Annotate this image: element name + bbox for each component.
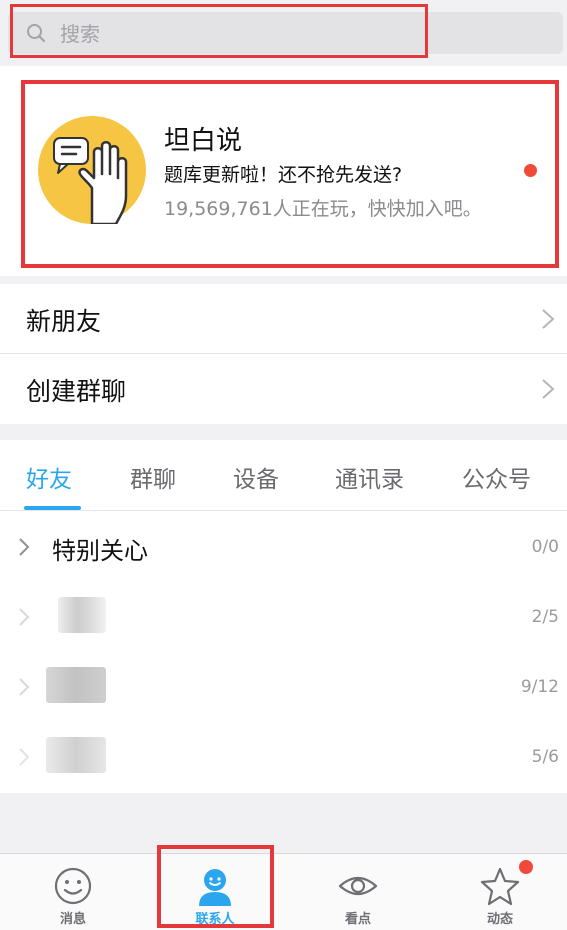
eye-icon [338, 876, 378, 896]
chevron-right-icon [19, 678, 30, 696]
new-friends-row[interactable]: 新朋友 [0, 284, 567, 354]
tab-address-book[interactable]: 通讯录 [335, 460, 404, 494]
friend-group-list: 特别关心 0/0 2/5 9/12 5/6 [0, 511, 567, 793]
friend-group-row[interactable]: 5/6 [0, 721, 567, 791]
blurred-group-name [46, 667, 106, 703]
friend-group-name: 特别关心 [52, 537, 148, 565]
friend-group-count: 2/5 [531, 607, 559, 627]
notification-badge [517, 858, 535, 876]
tab-messages-label: 消息 [59, 912, 86, 927]
search-area [0, 0, 567, 66]
star-icon [480, 867, 520, 906]
contacts-highlight-outline [157, 845, 274, 928]
friend-group-count: 0/0 [531, 537, 559, 557]
tab-discover-label: 看点 [344, 912, 371, 927]
tab-moments[interactable]: 动态 [445, 854, 555, 930]
tab-moments-label: 动态 [486, 912, 513, 927]
contact-tabs: 好友 群聊 设备 通讯录 公众号 [0, 440, 567, 510]
chevron-right-icon [542, 309, 555, 329]
tab-messages[interactable]: 消息 [18, 854, 128, 930]
create-group-row[interactable]: 创建群聊 [0, 354, 567, 424]
promo-highlight-outline [21, 80, 559, 268]
chevron-right-icon [19, 748, 30, 766]
blurred-group-name [46, 737, 106, 773]
search-icon [27, 24, 46, 43]
create-group-label: 创建群聊 [26, 377, 127, 406]
tab-discover[interactable]: 看点 [303, 854, 413, 930]
blurred-group-name [58, 597, 106, 633]
search-input[interactable] [58, 19, 422, 49]
tab-groups[interactable]: 群聊 [130, 460, 176, 494]
friend-group-row[interactable]: 特别关心 0/0 [0, 511, 567, 581]
friend-group-row[interactable]: 9/12 [0, 651, 567, 721]
friend-group-count: 5/6 [531, 747, 559, 767]
smiley-face-icon [54, 867, 92, 905]
friend-group-count: 9/12 [520, 677, 559, 697]
chevron-right-icon [19, 608, 30, 626]
chevron-right-icon [542, 379, 555, 399]
friend-group-row[interactable]: 2/5 [0, 581, 567, 651]
bottom-tab-bar: 消息 联系人 看点 动态 [0, 853, 567, 930]
tab-devices[interactable]: 设备 [233, 460, 279, 494]
search-box[interactable] [8, 4, 563, 58]
new-friends-label: 新朋友 [26, 307, 102, 336]
chevron-right-icon [19, 538, 30, 556]
tab-official-accounts[interactable]: 公众号 [462, 460, 531, 494]
tab-friends[interactable]: 好友 [26, 460, 72, 494]
